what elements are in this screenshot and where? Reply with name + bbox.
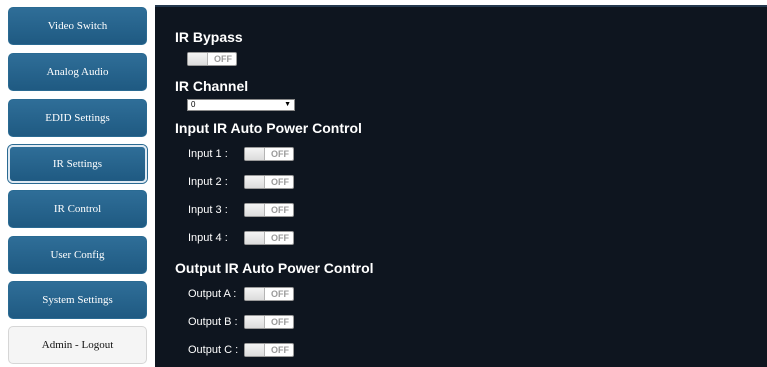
sidebar-item-video-switch[interactable]: Video Switch <box>8 7 147 45</box>
sidebar-item-analog-audio[interactable]: Analog Audio <box>8 53 147 91</box>
output-power-heading: Output IR Auto Power Control <box>175 260 374 276</box>
output-b-toggle[interactable]: OFF <box>244 315 294 329</box>
sidebar-nav: Video Switch Analog Audio EDID Settings … <box>0 0 155 367</box>
sidebar-item-label: Admin - Logout <box>41 339 114 351</box>
toggle-state: OFF <box>214 54 232 64</box>
toggle-knob <box>245 204 265 216</box>
input-1-toggle[interactable]: OFF <box>244 147 294 161</box>
admin-logout-button[interactable]: Admin - Logout <box>8 326 147 364</box>
toggle-state: OFF <box>271 233 289 243</box>
sidebar-item-edid-settings[interactable]: EDID Settings <box>8 99 147 137</box>
chevron-down-icon: ▼ <box>284 101 291 108</box>
output-c-label: Output C : <box>188 344 239 356</box>
input-power-heading: Input IR Auto Power Control <box>175 120 362 136</box>
sidebar-item-label: IR Settings <box>52 158 103 170</box>
toggle-knob <box>245 344 265 356</box>
toggle-knob <box>245 316 265 328</box>
sidebar-item-system-settings[interactable]: System Settings <box>8 281 147 319</box>
output-a-label: Output A : <box>188 288 237 300</box>
sidebar-item-label: Video Switch <box>47 20 108 32</box>
output-b-label: Output B : <box>188 316 238 328</box>
sidebar-item-label: Analog Audio <box>46 66 109 78</box>
toggle-knob <box>245 176 265 188</box>
toggle-state: OFF <box>271 149 289 159</box>
input-4-label: Input 4 : <box>188 232 228 244</box>
input-3-label: Input 3 : <box>188 204 228 216</box>
toggle-knob <box>245 288 265 300</box>
sidebar-item-label: IR Control <box>53 203 102 215</box>
sidebar-item-label: System Settings <box>42 294 113 306</box>
ir-channel-heading: IR Channel <box>175 78 249 94</box>
toggle-state: OFF <box>271 205 289 215</box>
toggle-knob <box>188 53 208 65</box>
output-c-toggle[interactable]: OFF <box>244 343 294 357</box>
input-2-toggle[interactable]: OFF <box>244 175 294 189</box>
toggle-state: OFF <box>271 317 289 327</box>
sidebar-item-label: User Config <box>50 249 105 261</box>
toggle-state: OFF <box>271 177 289 187</box>
sidebar-item-ir-settings[interactable]: IR Settings <box>8 145 147 183</box>
input-2-label: Input 2 : <box>188 176 228 188</box>
toggle-knob <box>245 148 265 160</box>
input-4-toggle[interactable]: OFF <box>244 231 294 245</box>
toggle-state: OFF <box>271 289 289 299</box>
input-3-toggle[interactable]: OFF <box>244 203 294 217</box>
ir-bypass-toggle[interactable]: OFF <box>187 52 237 66</box>
sidebar-item-user-config[interactable]: User Config <box>8 236 147 274</box>
toggle-knob <box>245 232 265 244</box>
output-a-toggle[interactable]: OFF <box>244 287 294 301</box>
settings-panel: IR Bypass OFF IR Channel 0 ▼ Input IR Au… <box>155 5 767 367</box>
ir-channel-select[interactable]: 0 ▼ <box>187 99 295 111</box>
input-1-label: Input 1 : <box>188 148 228 160</box>
ir-bypass-heading: IR Bypass <box>175 29 243 45</box>
sidebar-item-label: EDID Settings <box>45 112 110 124</box>
ir-channel-value: 0 <box>191 100 196 109</box>
sidebar-item-ir-control[interactable]: IR Control <box>8 190 147 228</box>
toggle-state: OFF <box>271 345 289 355</box>
